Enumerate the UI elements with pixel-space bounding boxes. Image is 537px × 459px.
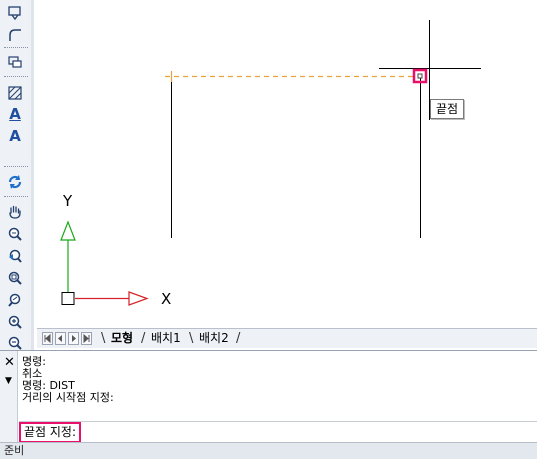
zoom-previous-icon[interactable] — [4, 246, 26, 266]
tab-layout2[interactable]: 배치2 — [197, 330, 231, 347]
regen-icon[interactable] — [4, 172, 26, 192]
command-prompt: 끝점 지정: — [19, 422, 82, 443]
toolbar-separator — [4, 47, 28, 48]
toolbar-separator — [4, 196, 28, 197]
command-history: 명령: 취소 명령: DIST 거리의 시작점 지정: — [22, 356, 114, 404]
first-tab-button[interactable] — [42, 332, 53, 345]
hatch-icon[interactable] — [4, 83, 26, 103]
next-tab-button[interactable] — [68, 332, 79, 345]
block-insert-icon[interactable] — [4, 52, 26, 72]
snap-tooltip: 끝점 — [430, 99, 465, 119]
ucs-y-label: Y — [62, 192, 73, 210]
snap-point — [417, 73, 423, 79]
toolbar-separator — [4, 166, 28, 167]
drawing-canvas[interactable]: Y X 끝점 — [37, 0, 537, 328]
toolbar-separator — [4, 76, 28, 77]
tab-divider: / — [141, 331, 146, 346]
chevron-down-icon[interactable]: ▼ — [5, 377, 12, 386]
ucs-origin-box — [61, 292, 75, 305]
tab-layout1[interactable]: 배치1 — [149, 330, 183, 347]
ucs-x-label: X — [161, 290, 171, 308]
layout-tab-bar: \ 모형 / 배치1 \ 배치2 / — [37, 328, 537, 348]
select-window-icon[interactable] — [4, 3, 26, 23]
status-text: 준비 — [4, 444, 25, 457]
close-icon[interactable]: ✕ — [4, 356, 15, 369]
pan-hand-icon[interactable] — [4, 202, 26, 222]
tab-divider: \ — [189, 331, 194, 346]
tab-model[interactable]: 모형 — [109, 330, 135, 347]
toolbar-grip[interactable] — [31, 0, 34, 350]
single-line-text-icon[interactable]: A — [4, 126, 26, 146]
ucs-x-arrow — [128, 291, 149, 306]
zoom-realtime-icon[interactable] — [4, 224, 26, 244]
draw-toolbar: A A — [0, 0, 34, 350]
tab-divider: / — [236, 331, 241, 346]
multiline-text-glyph: A — [9, 104, 21, 123]
zoom-in-icon[interactable] — [4, 312, 26, 332]
command-input[interactable]: 끝점 지정: — [19, 421, 537, 443]
multiline-text-icon[interactable]: A — [4, 104, 26, 124]
command-window: ✕ ▼ 명령: 취소 명령: DIST 거리의 시작점 지정: 끝점 지정: — [0, 350, 537, 443]
history-line: 거리의 시작점 지정: — [22, 391, 114, 404]
zoom-window-icon[interactable] — [4, 268, 26, 288]
fillet-icon[interactable] — [4, 25, 26, 45]
command-window-handle: ✕ ▼ — [0, 351, 18, 443]
last-tab-button[interactable] — [81, 332, 92, 345]
single-line-text-glyph: A — [9, 126, 21, 145]
previous-tab-button[interactable] — [55, 332, 66, 345]
tab-divider: \ — [101, 331, 106, 346]
status-bar: 준비 — [0, 442, 537, 459]
zoom-dynamic-icon[interactable] — [4, 290, 26, 310]
ucs-y-arrow — [60, 220, 76, 241]
